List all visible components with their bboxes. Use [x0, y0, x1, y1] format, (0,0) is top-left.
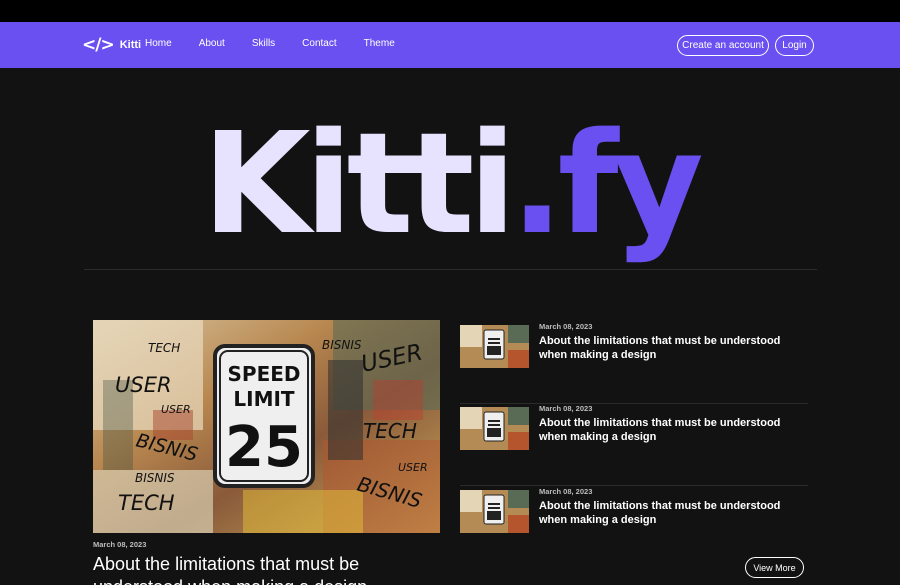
svg-text:TECH: TECH	[148, 341, 180, 355]
post-thumbnail[interactable]	[460, 407, 529, 450]
svg-text:BISNIS: BISNIS	[135, 471, 175, 485]
list-item[interactable]: March 08, 2023 About the limitations tha…	[460, 322, 808, 404]
svg-text:USER: USER	[115, 373, 172, 397]
hero: Kitti.fy	[0, 100, 900, 270]
nav-link-home[interactable]: Home	[145, 38, 172, 49]
login-button[interactable]: Login	[775, 35, 814, 56]
hero-title: Kitti.fy	[0, 100, 900, 270]
featured-image[interactable]: SPEED LIMIT 25 TECH USER USER BISNIS BIS…	[93, 320, 440, 533]
speed-limit-sign: SPEED LIMIT 25	[213, 344, 315, 488]
nav-link-skills[interactable]: Skills	[252, 38, 275, 49]
post-title[interactable]: About the limitations that must be under…	[539, 416, 789, 444]
nav-link-contact[interactable]: Contact	[302, 38, 336, 49]
svg-text:USER: USER	[398, 461, 428, 474]
post-title[interactable]: About the limitations that must be under…	[539, 499, 789, 527]
svg-text:SPEED: SPEED	[228, 362, 301, 386]
post-thumbnail[interactable]	[460, 490, 529, 533]
nav-link-about[interactable]: About	[199, 38, 225, 49]
svg-text:USER: USER	[161, 403, 191, 416]
post-thumbnail[interactable]	[460, 325, 529, 368]
nav-link-theme[interactable]: Theme	[364, 38, 395, 49]
post-separator	[460, 485, 808, 486]
hero-title-accent: .fy	[510, 103, 703, 266]
svg-text:TECH: TECH	[118, 491, 175, 515]
hero-divider	[84, 269, 817, 270]
nav-links: Home About Skills Contact Theme	[145, 38, 422, 49]
navbar: </> Kitti Home About Skills Contact Them…	[0, 22, 900, 68]
featured-date: March 08, 2023	[93, 540, 147, 549]
post-date: March 08, 2023	[539, 487, 593, 496]
post-title[interactable]: About the limitations that must be under…	[539, 334, 789, 362]
post-date: March 08, 2023	[539, 404, 593, 413]
svg-text:BISNIS: BISNIS	[322, 338, 362, 352]
brand-name: Kitti	[119, 39, 142, 51]
svg-text:25: 25	[225, 415, 303, 480]
view-more-button[interactable]: View More	[745, 557, 804, 578]
post-date: March 08, 2023	[539, 322, 593, 331]
create-account-button[interactable]: Create an account	[677, 35, 769, 56]
svg-text:TECH: TECH	[363, 419, 417, 443]
list-item[interactable]: March 08, 2023 About the limitations tha…	[460, 404, 808, 486]
svg-text:LIMIT: LIMIT	[233, 387, 295, 411]
brand[interactable]: </> Kitti	[82, 35, 141, 55]
featured-title[interactable]: About the limitations that must be under…	[93, 553, 393, 585]
hero-title-main: Kitti	[202, 103, 516, 266]
code-icon: </>	[82, 35, 115, 55]
window-top-bar	[0, 0, 900, 22]
